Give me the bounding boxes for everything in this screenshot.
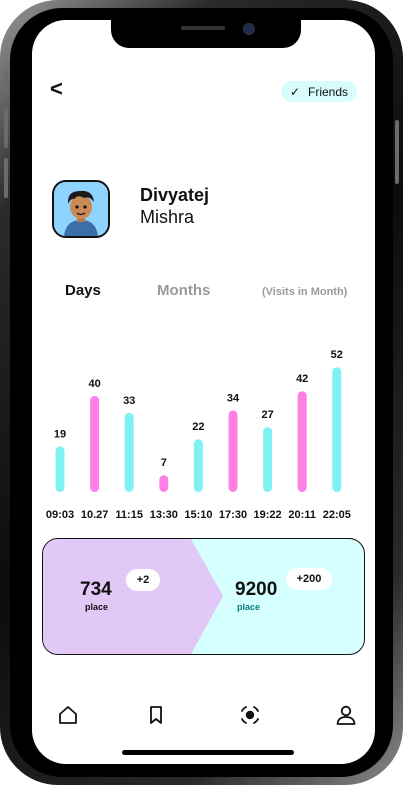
tab-months[interactable]: Months bbox=[157, 282, 210, 299]
chart-value-label: 7 bbox=[161, 457, 167, 469]
chart-bar bbox=[332, 367, 342, 492]
notch bbox=[111, 20, 301, 48]
chart-value-label: 40 bbox=[88, 378, 100, 390]
delta-badge-left: +2 bbox=[126, 569, 160, 591]
chart-value-label: 42 bbox=[296, 373, 308, 385]
profile-icon[interactable] bbox=[335, 704, 357, 726]
chart-category-label: 20:11 bbox=[288, 509, 316, 521]
home-icon[interactable] bbox=[57, 704, 79, 726]
check-icon: ✓ bbox=[289, 84, 301, 99]
volume-down-button bbox=[4, 158, 8, 198]
chart-category-label: 15:10 bbox=[184, 509, 212, 521]
volume-up-button bbox=[4, 108, 8, 148]
user-last-name: Mishra bbox=[140, 207, 195, 227]
back-button[interactable]: < bbox=[50, 78, 63, 100]
speaker bbox=[181, 26, 225, 30]
chart-category-label: 22:05 bbox=[323, 509, 351, 521]
chart-value-label: 52 bbox=[331, 349, 343, 361]
power-button bbox=[395, 120, 399, 184]
user-first-name: Divyatej bbox=[140, 185, 210, 205]
chart-category-label: 19:22 bbox=[254, 509, 282, 521]
record-icon[interactable] bbox=[239, 704, 261, 726]
place-value-left: 734 bbox=[80, 579, 112, 600]
chart-bar bbox=[193, 439, 203, 492]
place-value-right: 9200 bbox=[235, 579, 278, 600]
chart-value-label: 34 bbox=[227, 392, 240, 404]
chart-bar bbox=[263, 427, 273, 492]
chart-category-label: 13:30 bbox=[150, 509, 178, 521]
chart-bar bbox=[90, 396, 100, 492]
chart-category-label: 10.27 bbox=[81, 509, 109, 521]
delta-badge-right: +200 bbox=[286, 568, 332, 590]
chart-bar bbox=[124, 412, 134, 492]
chart-category-label: 09:03 bbox=[46, 509, 74, 521]
chart-value-label: 22 bbox=[192, 421, 204, 433]
avatar bbox=[52, 180, 110, 238]
camera-icon bbox=[243, 23, 255, 35]
chart-category-label: 11:15 bbox=[115, 509, 143, 521]
tab-days[interactable]: Days bbox=[65, 282, 101, 299]
chart-value-label: 27 bbox=[261, 409, 273, 421]
bookmark-icon[interactable] bbox=[145, 704, 167, 726]
friends-badge[interactable]: ✓ Friends bbox=[281, 81, 357, 102]
chart-bar bbox=[159, 475, 169, 492]
chart-value-label: 33 bbox=[123, 395, 135, 407]
home-indicator bbox=[122, 750, 294, 755]
app-screen: < ✓ Friends Divyatej Mishra Days Months … bbox=[32, 20, 375, 764]
chart-bar bbox=[297, 391, 307, 492]
visits-bar-chart: 19 09:03 40 10.27 33 11:15 7 13:30 22 15:10 34 17:3… bbox=[46, 349, 351, 521]
avatar-illustration bbox=[54, 182, 108, 236]
place-label-left: place bbox=[85, 602, 109, 612]
place-label-right: place bbox=[237, 602, 261, 612]
stats-card: 734 place +2 9200 place +200 bbox=[42, 538, 365, 655]
chart-category-label: 17:30 bbox=[219, 509, 247, 521]
chart-bar bbox=[228, 410, 238, 492]
tab-visits-in-month[interactable]: (Visits in Month) bbox=[262, 286, 347, 298]
friends-label: Friends bbox=[308, 84, 349, 99]
mute-switch bbox=[4, 70, 8, 92]
chart-value-label: 19 bbox=[54, 428, 66, 440]
chart-bar bbox=[55, 446, 65, 492]
